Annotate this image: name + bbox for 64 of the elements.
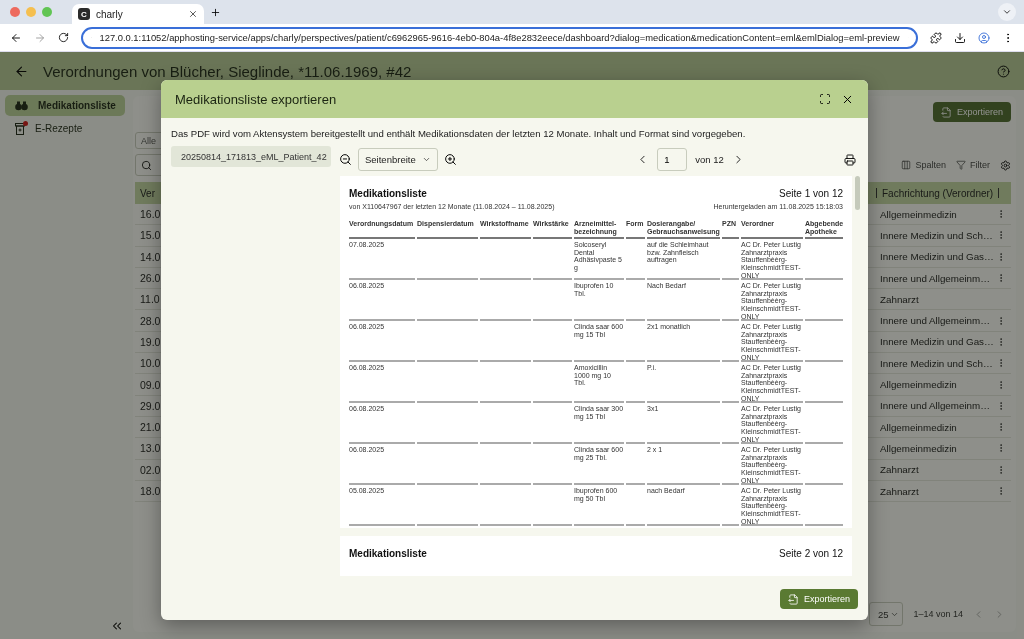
print-icon[interactable] xyxy=(844,153,856,166)
pagination-range: 1–14 von 14 xyxy=(913,609,963,619)
table-cell: Zahnarzt xyxy=(871,289,1011,311)
back-icon[interactable] xyxy=(14,63,29,79)
export-icon xyxy=(940,106,952,118)
pdf-page-label: Seite 2 von 12 xyxy=(779,548,843,559)
sidebar-item[interactable]: E-Rezepte xyxy=(5,118,125,139)
settings-icon[interactable] xyxy=(1000,159,1011,171)
table-cell: Zahnarzt xyxy=(871,480,1011,503)
zoom-out-icon[interactable] xyxy=(339,153,352,166)
scrollbar-thumb[interactable] xyxy=(855,176,860,210)
export-icon xyxy=(787,593,799,605)
zoom-in-icon[interactable] xyxy=(444,153,457,166)
pdf-page-label: Seite 1 von 12 xyxy=(779,188,843,199)
filter-icon xyxy=(956,160,966,170)
sidebar-item[interactable]: Medikationsliste xyxy=(5,95,125,116)
table-cell: Innere und Allgemeinm… xyxy=(871,267,1011,290)
table-cell: Innere und Allgemeinm… xyxy=(871,310,1011,332)
bottle-icon xyxy=(15,122,25,135)
caret-icon xyxy=(422,155,431,164)
page-total: von 12 xyxy=(695,154,724,165)
chevron-down-icon xyxy=(1002,7,1012,17)
window-close-button[interactable] xyxy=(10,7,20,17)
address-bar[interactable]: 127.0.0.1:11052/apphosting-service/apps/charly/perspectives/patient/c6962965-9616-4eb0-804a-4f8e2832eece/dashboard?dialog=medication&medicationContent=eml&emlDialog=eml-preview xyxy=(81,26,918,49)
table-cell: Allgemeinmedizin xyxy=(871,438,1011,460)
favicon: C xyxy=(78,8,90,20)
page-size-select[interactable]: 25 xyxy=(869,602,904,626)
collapse-icon[interactable] xyxy=(110,619,124,633)
close-icon[interactable] xyxy=(188,9,198,19)
dialog-description: Das PDF wird vom Aktensystem bereitgestellt und enthält Medikationsdaten der letzten 12 Monate. Inhalt und Format sind vorgegeben. xyxy=(171,128,747,141)
pdf-title: Medikationsliste xyxy=(349,188,427,199)
pdf-title: Medikationsliste xyxy=(349,548,427,559)
table-cell: Innere Medizin und Gas… xyxy=(871,246,1011,268)
help-icon[interactable] xyxy=(997,64,1010,78)
table-cell: Allgemeinmedizin xyxy=(871,204,1011,226)
search-icon xyxy=(141,159,152,171)
page-title: Verordnungen von Blücher, Sieglinde, *11.06.1969, #42 xyxy=(43,62,413,80)
export-button[interactable]: Exportieren xyxy=(779,589,858,609)
zoom-select[interactable]: Seitenbreite xyxy=(358,148,438,171)
new-tab-icon[interactable] xyxy=(210,6,221,18)
table-cell: Innere Medizin und Sch… xyxy=(871,225,1011,247)
browser-tab[interactable]: C charly xyxy=(72,4,204,24)
reload-icon[interactable] xyxy=(58,32,69,43)
export-button[interactable]: Exportieren xyxy=(932,102,1011,122)
page-input[interactable]: 1 xyxy=(657,148,688,171)
table-cell: Innere Medizin und Sch… xyxy=(871,353,1011,375)
back-icon[interactable] xyxy=(10,31,22,44)
pills-icon xyxy=(15,100,28,111)
column-header[interactable]: Fachrichtung (Verordner) xyxy=(871,182,1011,204)
filter-button[interactable]: Filter xyxy=(956,160,990,170)
table-cell: Allgemeinmedizin xyxy=(871,374,1011,396)
table-cell: Innere und Allgemeinm… xyxy=(871,395,1011,417)
puzzle-icon[interactable] xyxy=(930,31,942,44)
table-cell: Innere Medizin und Gas… xyxy=(871,331,1011,354)
profile-icon[interactable] xyxy=(978,31,990,44)
fullscreen-icon[interactable] xyxy=(819,93,831,105)
download-icon[interactable] xyxy=(954,31,966,44)
columns-icon xyxy=(901,160,912,170)
attachment-chip[interactable]: 20250814_171813_eML_Patient_42 xyxy=(171,146,331,167)
table-cell: Allgemeinmedizin xyxy=(871,416,1011,439)
table-cell: Zahnarzt xyxy=(871,459,1011,481)
dialog-title: Medikationsliste exportieren xyxy=(175,91,338,107)
columns-button[interactable]: Spalten xyxy=(901,160,946,170)
window-zoom-button[interactable] xyxy=(42,7,52,17)
